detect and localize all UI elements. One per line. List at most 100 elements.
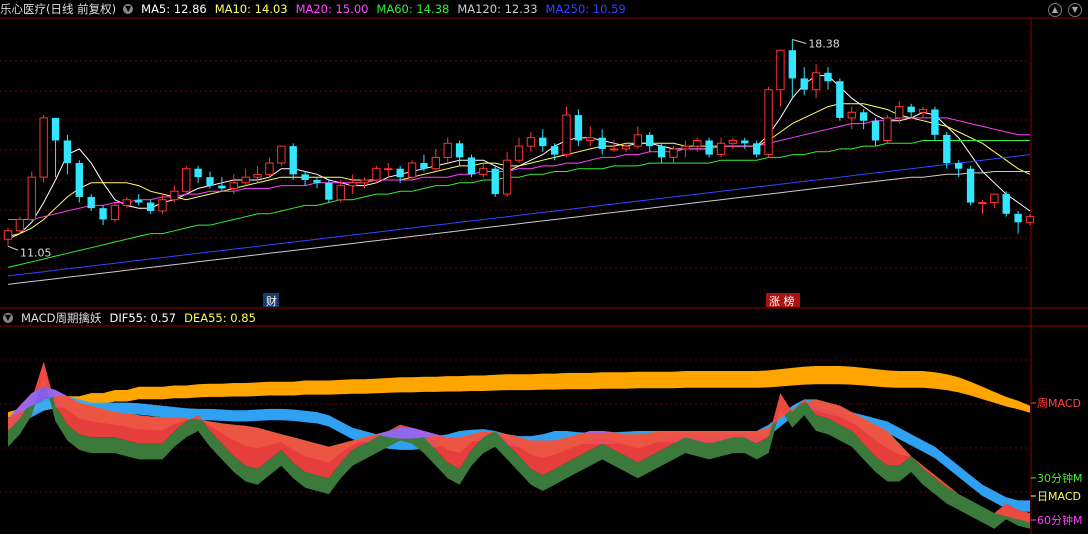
- candle: [907, 103, 915, 118]
- candle-body: [218, 185, 226, 189]
- candle: [491, 165, 499, 197]
- candle: [277, 145, 286, 166]
- candle-body: [63, 140, 72, 164]
- candle: [431, 148, 440, 172]
- candle: [918, 106, 928, 118]
- candle: [110, 202, 120, 223]
- candle-body: [633, 134, 643, 147]
- candle: [669, 146, 678, 164]
- candle-body: [990, 193, 999, 204]
- candle: [836, 78, 844, 121]
- candle-body: [384, 168, 393, 171]
- candle-body: [372, 168, 381, 181]
- candle-body: [51, 117, 60, 141]
- candle-body: [586, 137, 595, 141]
- candle: [871, 117, 880, 147]
- candle-body: [800, 78, 808, 90]
- candle: [811, 64, 821, 99]
- candle: [586, 126, 595, 147]
- candle: [39, 115, 48, 183]
- candle: [693, 137, 702, 152]
- low-marker-line: [7, 245, 19, 251]
- candle: [776, 49, 785, 107]
- cai-marker: 财: [266, 294, 277, 308]
- candle: [467, 154, 476, 178]
- candle: [87, 194, 95, 212]
- candle-body: [871, 120, 880, 141]
- candle: [883, 115, 892, 144]
- ma-line-ma120: [7, 171, 1030, 285]
- candle-body: [716, 142, 726, 156]
- candle-body: [39, 117, 48, 178]
- candle-body: [669, 148, 678, 158]
- candle-body: [681, 145, 690, 150]
- candle-body: [479, 168, 488, 175]
- candle: [562, 106, 571, 158]
- candle-body: [27, 176, 36, 220]
- candle: [681, 140, 690, 158]
- candle-body: [824, 72, 832, 82]
- candle: [99, 205, 107, 226]
- candle: [574, 109, 583, 147]
- right-label-day: 日MACD: [1037, 490, 1081, 503]
- candle-body: [502, 159, 512, 195]
- candle: [27, 171, 36, 223]
- candle-body: [253, 173, 262, 178]
- candle: [384, 163, 393, 178]
- candle: [15, 216, 25, 234]
- candle-body: [895, 106, 904, 119]
- candle: [764, 86, 773, 158]
- candle: [1025, 213, 1035, 226]
- candle: [847, 106, 856, 130]
- candle-body: [539, 137, 547, 147]
- macd-areas: [8, 361, 1030, 529]
- candle-body: [206, 177, 214, 186]
- candle: [788, 39, 797, 99]
- candle-body: [360, 179, 369, 184]
- candle: [360, 177, 369, 189]
- candle-body: [170, 190, 179, 201]
- chart-canvas[interactable]: 18.38 11.05 财 涨 榜周MACD 30分钟M 日MACD 60分钟M: [0, 0, 1088, 534]
- candle: [75, 160, 83, 203]
- candle-body: [562, 114, 571, 156]
- candle-body: [1014, 213, 1022, 223]
- candle-body: [265, 162, 274, 175]
- candle-body: [752, 143, 761, 155]
- candle-body: [705, 140, 713, 155]
- candle: [966, 165, 975, 206]
- candle-body: [943, 134, 951, 164]
- candle-body: [609, 148, 619, 151]
- ma-line-ma250: [7, 154, 1031, 277]
- candle-body: [883, 117, 892, 141]
- candle-body: [836, 81, 844, 118]
- candle-body: [146, 202, 155, 212]
- candle: [978, 199, 987, 214]
- candle: [931, 106, 939, 141]
- candle-body: [646, 134, 654, 147]
- low-label: 11.05: [20, 246, 52, 259]
- candle: [943, 132, 951, 169]
- candle-body: [420, 163, 428, 169]
- candle: [1014, 211, 1022, 234]
- candle: [63, 134, 72, 175]
- candle: [526, 132, 536, 152]
- candle-body: [301, 174, 309, 180]
- candle: [1002, 191, 1010, 217]
- candle: [443, 137, 452, 164]
- candle-body: [788, 50, 797, 79]
- candle: [51, 117, 60, 178]
- candle: [325, 179, 333, 203]
- candle: [514, 137, 524, 164]
- candle: [265, 157, 274, 178]
- candle-body: [728, 139, 738, 144]
- candle-body: [978, 202, 987, 205]
- candle-body: [3, 230, 13, 240]
- high-label: 18.38: [808, 37, 840, 50]
- candle: [741, 137, 749, 149]
- candle-body: [313, 179, 321, 183]
- candle-body: [289, 146, 297, 175]
- candle-body: [574, 115, 583, 141]
- right-label-m60: 60分钟M: [1037, 513, 1083, 527]
- candle-body: [931, 109, 939, 135]
- candle-body: [907, 106, 915, 113]
